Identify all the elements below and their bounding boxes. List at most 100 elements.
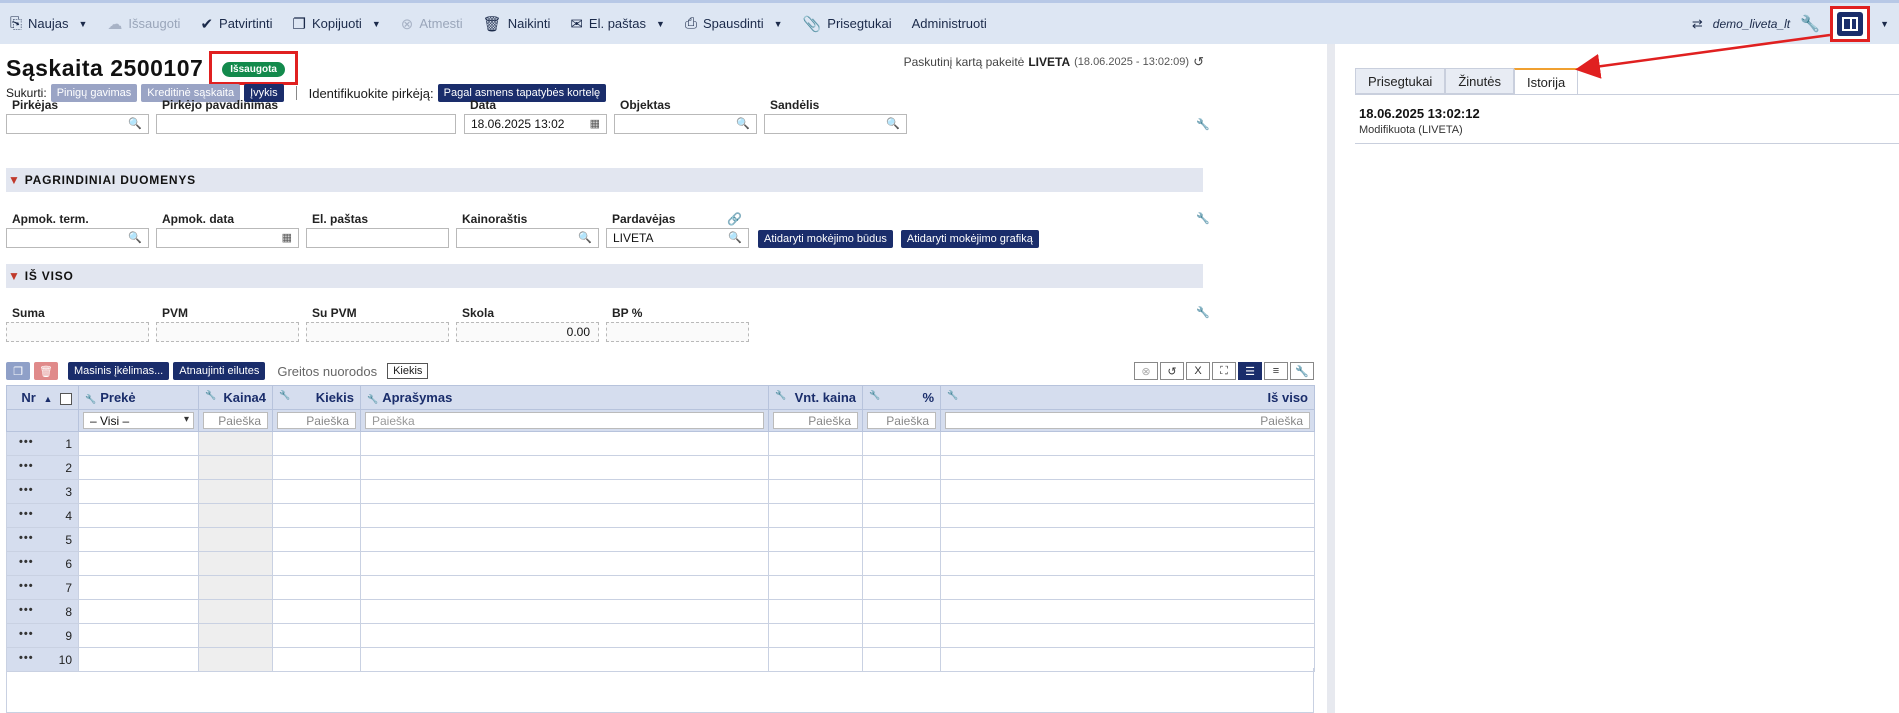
quantity-cell[interactable]	[272, 623, 361, 648]
seller-input[interactable]: LIVETA 🔍	[606, 228, 749, 248]
wrench-icon[interactable]: 🔧	[1290, 362, 1314, 380]
buyer-name-input[interactable]	[156, 114, 456, 134]
unit-price-cell[interactable]	[768, 551, 863, 576]
table-row[interactable]: ••• 6	[6, 551, 1315, 576]
row-menu-icon[interactable]: •••	[19, 652, 34, 664]
user-name[interactable]: demo_liveta_lt	[1713, 17, 1790, 31]
col-header-nr[interactable]: Nr ▲	[6, 385, 79, 410]
col-header-description[interactable]: 🔧 Aprašymas	[360, 385, 769, 410]
row-menu-icon[interactable]: •••	[19, 484, 34, 496]
percent-cell[interactable]	[862, 431, 941, 456]
unit-price-cell[interactable]	[768, 623, 863, 648]
mass-upload-button[interactable]: Masinis įkėlimas...	[68, 362, 170, 380]
open-payment-methods-button[interactable]: Atidaryti mokėjimo būdus	[758, 230, 893, 248]
delete-button[interactable]: 🗑 Naikinti	[473, 3, 561, 44]
filter-item-select[interactable]: – Visi –	[83, 412, 194, 429]
row-number-cell[interactable]: ••• 1	[6, 431, 79, 456]
quantity-cell[interactable]	[272, 503, 361, 528]
compact-view-icon[interactable]: ☰	[1238, 362, 1262, 380]
description-cell[interactable]	[360, 479, 769, 504]
description-cell[interactable]	[360, 503, 769, 528]
email-input[interactable]	[306, 228, 449, 248]
wrench-icon[interactable]: 🔧	[869, 390, 880, 401]
section-main-data[interactable]: ▼ PAGRINDINIAI DUOMENYS	[6, 168, 1203, 192]
payment-term-input[interactable]: 🔍	[6, 228, 149, 248]
row-menu-icon[interactable]: •••	[19, 460, 34, 472]
reset-icon[interactable]: ↺	[1160, 362, 1184, 380]
total-cell[interactable]	[940, 623, 1315, 648]
total-cell[interactable]	[940, 431, 1315, 456]
select-all-checkbox[interactable]	[60, 392, 72, 405]
table-row[interactable]: ••• 5	[6, 527, 1315, 552]
description-cell[interactable]	[360, 455, 769, 480]
link-icon[interactable]: 🔗	[727, 212, 742, 226]
calendar-icon[interactable]: ▦	[590, 117, 600, 130]
tab-history[interactable]: Istorija	[1513, 68, 1579, 94]
description-cell[interactable]	[360, 575, 769, 600]
quantity-cell[interactable]	[272, 479, 361, 504]
row-menu-icon[interactable]: •••	[19, 604, 34, 616]
fullscreen-icon[interactable]: ⛶	[1212, 362, 1236, 380]
search-icon[interactable]: 🔍	[128, 117, 142, 130]
quantity-cell[interactable]	[272, 575, 361, 600]
calendar-icon[interactable]: ▦	[282, 231, 292, 244]
row-number-cell[interactable]: ••• 2	[6, 455, 79, 480]
copy-button[interactable]: ❐ Kopijuoti ▼	[283, 3, 391, 44]
quantity-cell[interactable]	[272, 431, 361, 456]
description-cell[interactable]	[360, 431, 769, 456]
total-cell[interactable]	[940, 455, 1315, 480]
filter-total-input[interactable]: Paieška	[945, 412, 1310, 429]
wrench-icon[interactable]: 🔧	[775, 390, 786, 401]
col-header-total[interactable]: 🔧 Iš viso	[940, 385, 1315, 410]
total-cell[interactable]	[940, 479, 1315, 504]
table-row[interactable]: ••• 4	[6, 503, 1315, 528]
cancel-button[interactable]: ⊗ Atmesti	[391, 3, 473, 44]
save-button[interactable]: ☁ Išsaugoti	[97, 3, 190, 44]
search-icon[interactable]: 🔍	[128, 231, 142, 244]
wrench-icon[interactable]: 🔧	[1800, 14, 1820, 34]
filter-percent-input[interactable]: Paieška	[867, 412, 936, 429]
percent-cell[interactable]	[862, 479, 941, 504]
side-panel-toggle-button[interactable]	[1830, 5, 1871, 42]
new-button[interactable]: ⎘ Naujas ▼	[0, 3, 97, 44]
chevron-down-icon[interactable]: ▼	[656, 19, 665, 29]
wrench-icon[interactable]: 🔧	[367, 394, 378, 404]
item-cell[interactable]	[78, 455, 199, 480]
percent-cell[interactable]	[862, 527, 941, 552]
description-cell[interactable]	[360, 527, 769, 552]
quantity-cell[interactable]	[272, 599, 361, 624]
item-cell[interactable]	[78, 503, 199, 528]
table-row[interactable]: ••• 8	[6, 599, 1315, 624]
percent-cell[interactable]	[862, 575, 941, 600]
administrate-button[interactable]: Administruoti	[902, 3, 997, 44]
unit-price-cell[interactable]	[768, 527, 863, 552]
item-cell[interactable]	[78, 431, 199, 456]
row-number-cell[interactable]: ••• 8	[6, 599, 79, 624]
total-cell[interactable]	[940, 503, 1315, 528]
percent-cell[interactable]	[862, 551, 941, 576]
payment-date-input[interactable]: ▦	[156, 228, 299, 248]
search-icon[interactable]: 🔍	[886, 117, 900, 130]
item-cell[interactable]	[78, 479, 199, 504]
row-number-cell[interactable]: ••• 6	[6, 551, 79, 576]
delete-rows-icon[interactable]: 🗑	[34, 362, 58, 380]
col-header-item[interactable]: 🔧 Prekė	[78, 385, 199, 410]
row-menu-icon[interactable]: •••	[19, 436, 34, 448]
copy-rows-icon[interactable]: ❐	[6, 362, 30, 380]
section-totals[interactable]: ▼ IŠ VISO	[6, 264, 1203, 288]
wrench-icon[interactable]: 🔧	[1196, 118, 1210, 131]
wrench-icon[interactable]: 🔧	[85, 394, 96, 404]
table-row[interactable]: ••• 1	[6, 431, 1315, 456]
filter-quantity-input[interactable]: Paieška	[277, 412, 356, 429]
clear-icon[interactable]: ⊗	[1134, 362, 1158, 380]
history-icon[interactable]: ↺	[1193, 54, 1204, 70]
wrench-icon[interactable]: 🔧	[279, 390, 290, 401]
quantity-cell[interactable]	[272, 527, 361, 552]
item-cell[interactable]	[78, 599, 199, 624]
col-header-quantity[interactable]: 🔧 Kiekis	[272, 385, 361, 410]
item-cell[interactable]	[78, 527, 199, 552]
filter-unit-price-input[interactable]: Paieška	[773, 412, 858, 429]
chevron-down-icon[interactable]: ▼	[774, 19, 783, 29]
table-row[interactable]: ••• 2	[6, 455, 1315, 480]
chevron-down-icon[interactable]: ▼	[78, 19, 87, 29]
